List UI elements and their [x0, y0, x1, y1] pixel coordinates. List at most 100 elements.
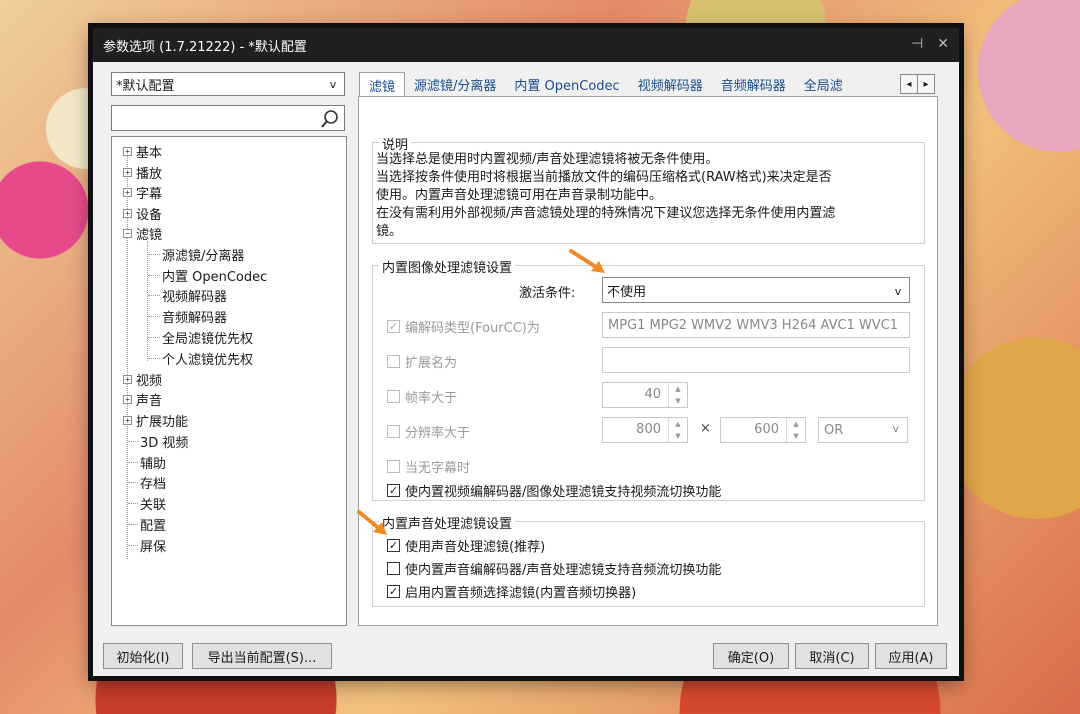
spin-down-icon[interactable]: ▼	[793, 432, 798, 440]
tab-global-filter[interactable]: 全局滤	[795, 72, 852, 96]
tab-source-filter[interactable]: 源滤镜/分离器	[405, 72, 505, 96]
expand-icon[interactable]: +	[123, 394, 132, 404]
tab-scroll-left-icon[interactable]: ◂	[900, 74, 918, 94]
description-line: 镜。	[376, 224, 403, 239]
tab-filters[interactable]: 滤镜	[359, 72, 406, 97]
description-line: 使用。内置声音处理滤镜可用在声音录制功能中。	[376, 188, 663, 203]
extension-field[interactable]	[602, 347, 910, 373]
checkbox-box	[387, 562, 400, 575]
activation-select-value: 不使用	[607, 284, 647, 300]
no-subtitle-checkbox[interactable]: 当无字幕时	[387, 457, 470, 476]
tree-item-playback[interactable]: + 播放	[123, 162, 162, 182]
checkbox-box: ✓	[387, 320, 400, 333]
apply-button[interactable]: 应用(A)	[875, 643, 947, 669]
extension-checkbox[interactable]: 扩展名为	[387, 352, 457, 371]
tree-item-opencodec[interactable]: 内置 OpenCodec	[162, 265, 267, 285]
search-icon	[321, 110, 338, 128]
resolution-height-stepper[interactable]: 600 ▲ ▼	[720, 417, 806, 443]
tab-scroll: ◂ ▸	[900, 74, 935, 94]
image-filter-legend: 内置图像处理滤镜设置	[379, 257, 516, 276]
profile-select[interactable]: *默认配置 v	[111, 72, 345, 96]
description-line: 在没有需利用外部视频/声音滤镜处理的特殊情况下建议您选择无条件使用内置滤	[376, 206, 836, 221]
init-button[interactable]: 初始化(I)	[103, 643, 183, 669]
resolution-operator-select[interactable]: OR v	[818, 417, 908, 443]
tree-item-archive[interactable]: 存档	[140, 472, 166, 492]
description-line: 当选择按条件使用时将根据当前播放文件的编码压缩格式(RAW格式)来决定是否	[376, 170, 832, 185]
annotation-arrow-icon	[569, 249, 605, 273]
checkbox-box: ✓	[387, 484, 400, 497]
resolution-height-value: 600	[754, 422, 779, 437]
close-icon[interactable]: ✕	[937, 36, 949, 52]
expand-icon[interactable]: +	[123, 415, 132, 425]
spin-up-icon[interactable]: ▲	[675, 385, 680, 393]
tree-item-screensaver[interactable]: 屏保	[140, 535, 166, 555]
filters-panel: 说明 当选择总是使用时内置视频/声音处理滤镜将被无条件使用。 当选择按条件使用时…	[358, 96, 938, 626]
settings-tree[interactable]: + 基本 + 播放 + 字幕 + 设备 − 滤镜 源滤镜/分离器 内置 OpenCodec…	[111, 136, 347, 626]
tree-item-config[interactable]: 配置	[140, 514, 166, 534]
spin-down-icon[interactable]: ▼	[675, 432, 680, 440]
tab-strip: 滤镜 源滤镜/分离器 内置 OpenCodec 视频解码器 音频解码器 全局滤	[359, 72, 852, 97]
preferences-window: 参数选项 (1.7.21222) - *默认配置 ⊣ ✕ *默认配置 v + 基本…	[92, 27, 960, 677]
activation-label: 激活条件:	[519, 286, 576, 301]
use-audio-filter-checkbox[interactable]: ✓ 使用声音处理滤镜(推荐)	[387, 536, 545, 555]
ok-button[interactable]: 确定(O)	[713, 643, 789, 669]
tree-item-personal-priority[interactable]: 个人滤镜优先权	[162, 348, 253, 368]
annotation-arrow-icon	[357, 510, 387, 535]
tab-video-decoder[interactable]: 视频解码器	[629, 72, 712, 96]
resolution-checkbox[interactable]: 分辨率大于	[387, 422, 470, 441]
expand-icon[interactable]: +	[123, 374, 132, 384]
fps-stepper[interactable]: 40 ▲ ▼	[602, 382, 688, 408]
window-title: 参数选项 (1.7.21222) - *默认配置	[103, 39, 307, 55]
fps-checkbox[interactable]: 帧率大于	[387, 387, 457, 406]
export-config-button[interactable]: 导出当前配置(S)...	[192, 643, 332, 669]
cancel-button[interactable]: 取消(C)	[795, 643, 869, 669]
checkbox-box	[387, 390, 400, 403]
tree-item-source-filter[interactable]: 源滤镜/分离器	[162, 244, 244, 264]
spin-down-icon[interactable]: ▼	[675, 397, 680, 405]
tree-item-assist[interactable]: 辅助	[140, 452, 166, 472]
tree-item-extensions[interactable]: + 扩展功能	[123, 410, 188, 430]
tree-item-audio-decoder[interactable]: 音频解码器	[162, 306, 227, 326]
pin-icon[interactable]: ⊣	[911, 36, 923, 52]
audio-filter-group: 内置声音处理滤镜设置 ✓ 使用声音处理滤镜(推荐) 使内置声音编解码器/声音处理滤…	[372, 513, 925, 607]
tree-item-subtitles[interactable]: + 字幕	[123, 182, 162, 202]
fourcc-checkbox[interactable]: ✓ 编解码类型(FourCC)为	[387, 317, 540, 336]
chevron-down-icon: v	[892, 422, 899, 435]
checkbox-box	[387, 460, 400, 473]
tab-opencodec[interactable]: 内置 OpenCodec	[505, 72, 628, 96]
description-group: 说明 当选择总是使用时内置视频/声音处理滤镜将被无条件使用。 当选择按条件使用时…	[372, 134, 925, 244]
tree-item-association[interactable]: 关联	[140, 493, 166, 513]
resolution-width-stepper[interactable]: 800 ▲ ▼	[602, 417, 688, 443]
tree-item-device[interactable]: + 设备	[123, 203, 162, 223]
tab-audio-decoder[interactable]: 音频解码器	[712, 72, 795, 96]
checkbox-box: ✓	[387, 585, 400, 598]
expand-icon[interactable]: +	[123, 167, 132, 177]
tree-item-global-priority[interactable]: 全局滤镜优先权	[162, 327, 253, 347]
tree-item-3d-video[interactable]: 3D 视频	[140, 431, 188, 451]
tree-item-audio[interactable]: + 声音	[123, 389, 162, 409]
expand-icon[interactable]: +	[123, 208, 132, 218]
tree-item-video-decoder[interactable]: 视频解码器	[162, 285, 227, 305]
tree-item-video[interactable]: + 视频	[123, 369, 162, 389]
spin-up-icon[interactable]: ▲	[675, 420, 680, 428]
search-input[interactable]	[111, 105, 345, 131]
times-sign: ×	[700, 421, 711, 436]
audio-selector-checkbox[interactable]: ✓ 启用内置音频选择滤镜(内置音频切换器)	[387, 582, 636, 601]
fourcc-field[interactable]: MPG1 MPG2 WMV2 WMV3 H264 AVC1 WVC1	[602, 312, 910, 338]
chevron-down-icon: v	[894, 284, 902, 298]
resolution-width-value: 800	[636, 422, 661, 437]
spin-up-icon[interactable]: ▲	[793, 420, 798, 428]
expand-icon[interactable]: +	[123, 146, 132, 156]
chevron-down-icon: v	[329, 77, 337, 91]
expand-icon[interactable]: +	[123, 187, 132, 197]
image-filter-group: 内置图像处理滤镜设置 激活条件: 不使用 v ✓ 编解码类型(FourCC)为 M…	[372, 257, 925, 501]
tree-item-basic[interactable]: + 基本	[123, 141, 162, 161]
collapse-icon[interactable]: −	[123, 228, 132, 238]
audio-stream-switch-checkbox[interactable]: 使内置声音编解码器/声音处理滤镜支持音频流切换功能	[387, 559, 721, 578]
video-stream-switch-checkbox[interactable]: ✓ 使内置视频编解码器/图像处理滤镜支持视频流切换功能	[387, 481, 721, 500]
description-line: 当选择总是使用时内置视频/声音处理滤镜将被无条件使用。	[376, 152, 719, 167]
tab-scroll-right-icon[interactable]: ▸	[918, 74, 935, 94]
tree-item-filters[interactable]: − 滤镜	[123, 223, 162, 243]
activation-select[interactable]: 不使用 v	[602, 277, 910, 303]
title-bar[interactable]: 参数选项 (1.7.21222) - *默认配置 ⊣ ✕	[93, 28, 959, 62]
